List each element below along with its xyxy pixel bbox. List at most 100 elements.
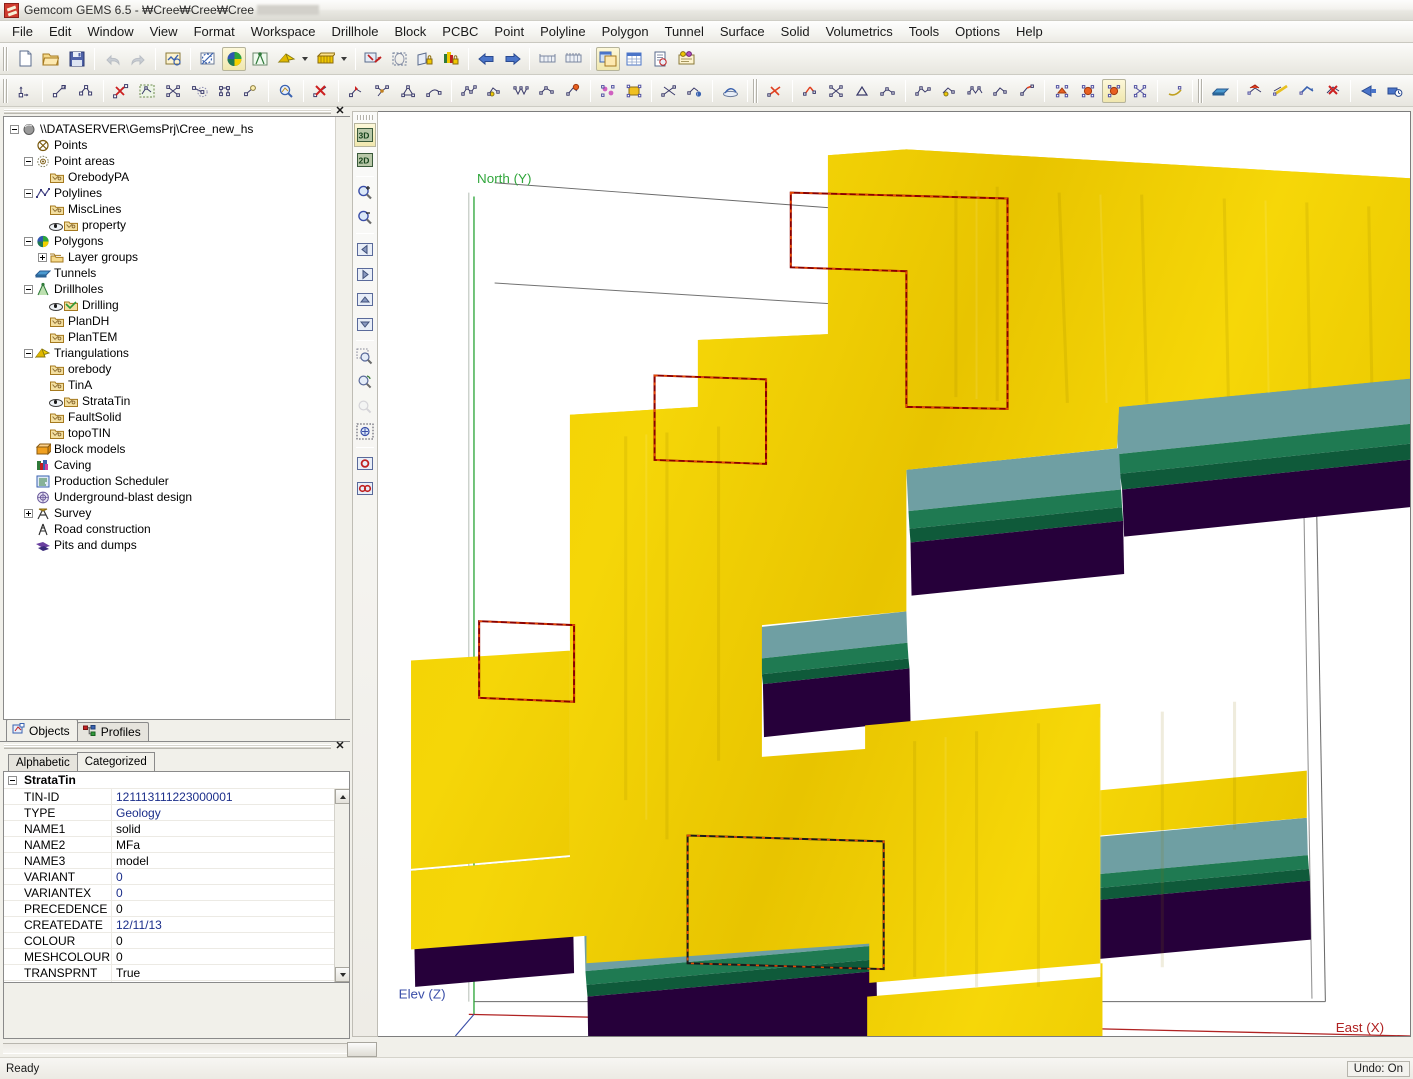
zoom-extents-icon[interactable]: [354, 419, 376, 443]
property-row[interactable]: COLOUR 0: [4, 933, 349, 949]
property-row[interactable]: SMOOTHFalse: [4, 981, 349, 982]
menu-drillhole[interactable]: Drillhole: [324, 22, 387, 41]
lock-icon[interactable]: [413, 47, 437, 71]
properties-category-header[interactable]: StrataTin: [4, 772, 349, 789]
edit-toolbar-grip[interactable]: [3, 78, 9, 103]
properties-scrollbar[interactable]: [334, 789, 349, 982]
forward-arrow-icon[interactable]: [500, 47, 524, 71]
menu-block[interactable]: Block: [387, 22, 435, 41]
tree-item-underground-blast-design[interactable]: Underground-blast design: [10, 489, 348, 505]
polyline-edit-icon[interactable]: [457, 79, 481, 103]
property-value[interactable]: 0: [111, 933, 349, 948]
triangulations-icon[interactable]: [274, 47, 298, 71]
objects-pane-titlebar[interactable]: ✕: [0, 106, 350, 117]
save-icon[interactable]: [65, 47, 89, 71]
zoom-previous-icon[interactable]: [354, 369, 376, 393]
menu-volumetrics[interactable]: Volumetrics: [818, 22, 901, 41]
toolbar-grip[interactable]: [3, 46, 9, 71]
point-area-icon[interactable]: [196, 47, 220, 71]
property-value[interactable]: Geology: [111, 805, 349, 820]
object-tree[interactable]: \\DATASERVER\GemsPrj\Cree_new_hs Points Po…: [4, 117, 350, 555]
ellipse-icon[interactable]: [824, 79, 848, 103]
tree-item-root[interactable]: \\DATASERVER\GemsPrj\Cree_new_hs: [10, 121, 348, 137]
tree-item-point-areas[interactable]: Point areas: [10, 153, 348, 169]
offset-icon[interactable]: [561, 79, 585, 103]
pan-left-icon[interactable]: [354, 237, 376, 261]
property-value[interactable]: False: [111, 981, 349, 982]
menu-point[interactable]: Point: [486, 22, 532, 41]
menu-window[interactable]: Window: [79, 22, 141, 41]
horizontal-scrollbar-thumb[interactable]: [347, 1041, 377, 1057]
colour-lock-icon[interactable]: [439, 47, 463, 71]
drillholes-icon[interactable]: [248, 47, 272, 71]
collapse-icon[interactable]: [24, 284, 33, 294]
edit-toolbar-grip-2[interactable]: [753, 78, 759, 103]
tree-item-points[interactable]: Points: [10, 137, 348, 153]
arc-icon[interactable]: [422, 79, 446, 103]
tree-item-drillholes[interactable]: Drillholes: [10, 281, 348, 297]
menu-tools[interactable]: Tools: [901, 22, 947, 41]
solid-cut-icon[interactable]: [1050, 79, 1074, 103]
open-folder-icon[interactable]: [39, 47, 63, 71]
property-value[interactable]: MFa: [111, 837, 349, 852]
property-row[interactable]: NAME1 solid: [4, 821, 349, 837]
edit-toolbar-grip-3[interactable]: [1198, 78, 1204, 103]
properties-scroll-down-button[interactable]: [335, 967, 349, 982]
wedge-icon[interactable]: [1163, 79, 1187, 103]
objects-pane-drag-handle[interactable]: [4, 109, 331, 114]
split-icon[interactable]: [370, 79, 394, 103]
report-icon[interactable]: [648, 47, 672, 71]
section-icon[interactable]: [387, 47, 411, 71]
visibility-eye-icon[interactable]: [49, 300, 63, 311]
properties-pane-close-icon[interactable]: ✕: [334, 741, 346, 752]
menu-pcbc[interactable]: PCBC: [434, 22, 486, 41]
property-row[interactable]: TYPE Geology: [4, 805, 349, 821]
view-toolbar-grip[interactable]: [357, 115, 373, 120]
select-box-icon[interactable]: [135, 79, 159, 103]
paint-icon[interactable]: [989, 79, 1013, 103]
view-2d-button[interactable]: 2D: [354, 148, 376, 172]
link-icon[interactable]: [239, 79, 263, 103]
tree-item-plantem[interactable]: PlanTEM: [10, 329, 348, 345]
property-value[interactable]: 12/11/13: [111, 917, 349, 932]
triangle-icon[interactable]: [396, 79, 420, 103]
property-row[interactable]: CREATEDATE 12/11/13: [4, 917, 349, 933]
menu-file[interactable]: File: [4, 22, 41, 41]
transform-icon[interactable]: [963, 79, 987, 103]
explode-icon[interactable]: [161, 79, 185, 103]
menu-help[interactable]: Help: [1008, 22, 1051, 41]
back-arrow-icon[interactable]: [474, 47, 498, 71]
property-value[interactable]: 0: [111, 949, 349, 964]
tree-item-production-scheduler[interactable]: Production Scheduler: [10, 473, 348, 489]
tab-alphabetic[interactable]: Alphabetic: [8, 754, 78, 771]
properties-pane-drag-handle[interactable]: [4, 744, 331, 749]
smooth-icon[interactable]: [535, 79, 559, 103]
disperse-icon[interactable]: [187, 79, 211, 103]
pan-down-icon[interactable]: [354, 312, 376, 336]
tab-objects[interactable]: Objects: [6, 719, 78, 741]
delete-solid-icon[interactable]: [1321, 79, 1345, 103]
property-value[interactable]: solid: [111, 821, 349, 836]
grid-view-icon[interactable]: [622, 47, 646, 71]
property-value[interactable]: True: [111, 965, 349, 980]
tree-item-polylines[interactable]: Polylines: [10, 185, 348, 201]
expand-icon[interactable]: [38, 252, 47, 262]
tree-item-layer-groups[interactable]: Layer groups: [10, 249, 348, 265]
property-value[interactable]: model: [111, 853, 349, 868]
menu-solid[interactable]: Solid: [773, 22, 818, 41]
collapse-icon[interactable]: [24, 156, 33, 166]
property-row[interactable]: NAME2 MFa: [4, 837, 349, 853]
horizontal-scrollbar[interactable]: [3, 1041, 377, 1057]
property-row[interactable]: VARIANT 0: [4, 869, 349, 885]
properties-scroll-up-button[interactable]: [335, 789, 349, 804]
tree-item-topotin[interactable]: topoTIN: [10, 425, 348, 441]
menu-surface[interactable]: Surface: [712, 22, 773, 41]
visibility-eye-icon[interactable]: [49, 220, 63, 231]
stripe-solid-icon[interactable]: [1269, 79, 1293, 103]
collapse-icon[interactable]: [24, 188, 33, 198]
menu-format[interactable]: Format: [186, 22, 243, 41]
tree-item-misclines[interactable]: MiscLines: [10, 201, 348, 217]
model-canvas[interactable]: North (Y) Elev (Z) East (X): [378, 111, 1411, 1037]
solid-undo-icon[interactable]: [1102, 78, 1126, 103]
tunnel-solid-icon[interactable]: [1208, 79, 1232, 103]
